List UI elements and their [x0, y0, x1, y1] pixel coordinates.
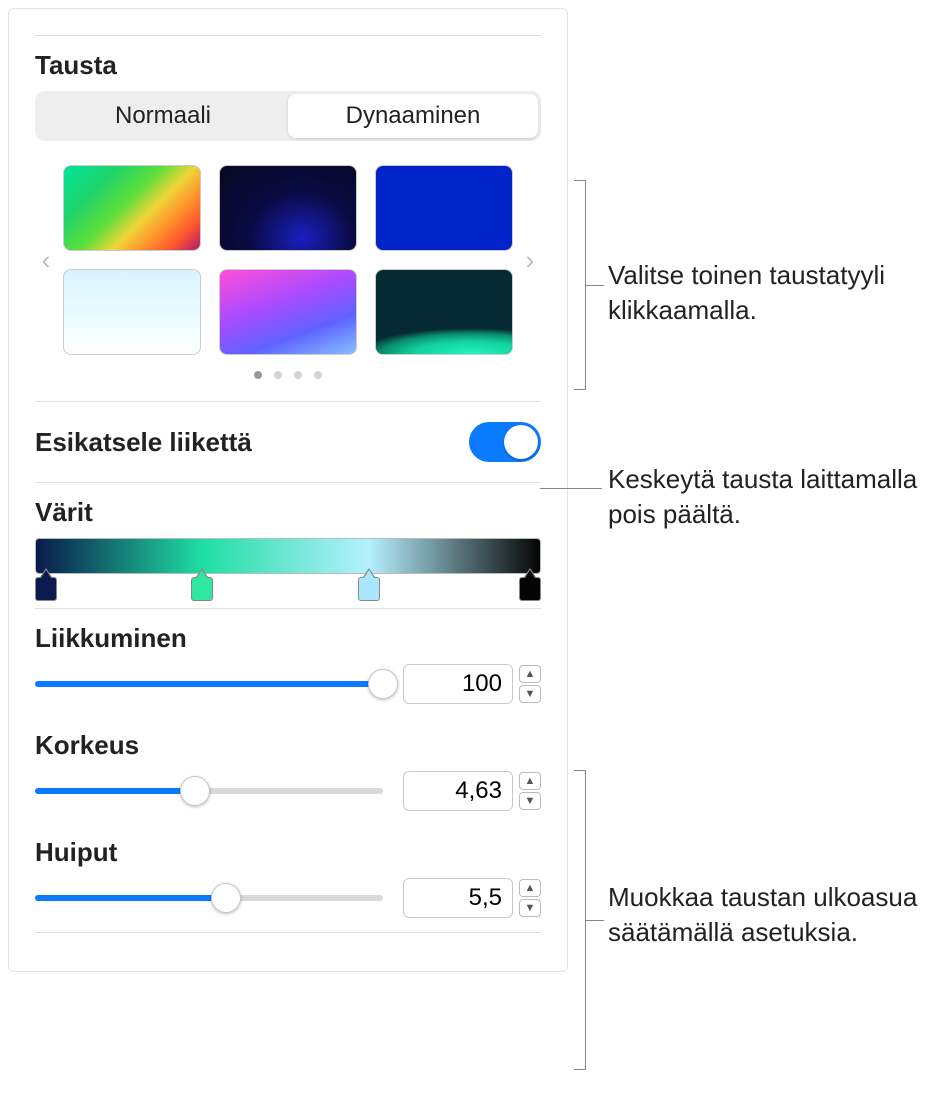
- callout-toggle: Keskeytä tausta laittamalla pois päältä.: [608, 462, 928, 532]
- segment-dynamic[interactable]: Dynaaminen: [288, 94, 538, 138]
- preview-motion-row: Esikatsele liikettä: [35, 416, 541, 468]
- peaks-input[interactable]: [403, 878, 513, 918]
- stepper-up[interactable]: ▲: [519, 665, 541, 683]
- gradient-stop[interactable]: [35, 577, 57, 601]
- inspector-panel: Tausta Normaali Dynaaminen ‹ › Esikatsel…: [8, 8, 568, 972]
- background-thumb[interactable]: [219, 269, 357, 355]
- chevron-up-icon: ▲: [525, 882, 536, 894]
- gradient-stop[interactable]: [191, 577, 213, 601]
- background-thumb[interactable]: [219, 165, 357, 251]
- divider: [35, 401, 541, 402]
- callout-lead: [586, 285, 604, 286]
- gallery-prev[interactable]: ‹: [35, 245, 57, 276]
- stepper-down[interactable]: ▼: [519, 685, 541, 703]
- movement-slider[interactable]: [35, 669, 383, 699]
- background-thumb[interactable]: [375, 269, 513, 355]
- background-gallery: ‹ ›: [35, 165, 541, 355]
- chevron-right-icon: ›: [526, 245, 535, 276]
- peaks-slider[interactable]: [35, 883, 383, 913]
- divider: [35, 608, 541, 609]
- background-mode-segmented: Normaali Dynaaminen: [35, 91, 541, 141]
- chevron-down-icon: ▼: [525, 902, 536, 914]
- chevron-left-icon: ‹: [42, 245, 51, 276]
- preview-motion-label: Esikatsele liikettä: [35, 427, 252, 458]
- callout-bracket: [574, 770, 586, 1070]
- gradient-bar[interactable]: [35, 538, 541, 574]
- gallery-next[interactable]: ›: [519, 245, 541, 276]
- divider: [35, 932, 541, 933]
- movement-input[interactable]: [403, 664, 513, 704]
- movement-label: Liikkuminen: [35, 623, 541, 654]
- movement-stepper: ▲ ▼: [403, 664, 541, 704]
- background-thumb[interactable]: [63, 165, 201, 251]
- page-dot[interactable]: [294, 371, 302, 379]
- gradient-stop[interactable]: [358, 577, 380, 601]
- chevron-down-icon: ▼: [525, 795, 536, 807]
- divider: [35, 35, 541, 36]
- callout-bracket: [574, 180, 586, 390]
- height-row: ▲ ▼: [35, 771, 541, 811]
- page-dot[interactable]: [254, 371, 262, 379]
- background-thumb[interactable]: [375, 165, 513, 251]
- page-dot[interactable]: [314, 371, 322, 379]
- stepper-down[interactable]: ▼: [519, 792, 541, 810]
- callout-gallery: Valitse toinen taustatyyli klikkaamalla.: [608, 258, 928, 328]
- chevron-up-icon: ▲: [525, 668, 536, 680]
- segment-normal[interactable]: Normaali: [38, 94, 288, 138]
- stepper-down[interactable]: ▼: [519, 899, 541, 917]
- chevron-up-icon: ▲: [525, 775, 536, 787]
- page-dot[interactable]: [274, 371, 282, 379]
- stepper-up[interactable]: ▲: [519, 772, 541, 790]
- section-title: Tausta: [35, 50, 541, 81]
- stepper-up[interactable]: ▲: [519, 879, 541, 897]
- peaks-row: ▲ ▼: [35, 878, 541, 918]
- height-label: Korkeus: [35, 730, 541, 761]
- divider: [35, 482, 541, 483]
- colors-label: Värit: [35, 497, 541, 528]
- callout-lead: [586, 920, 604, 921]
- peaks-stepper: ▲ ▼: [403, 878, 541, 918]
- preview-motion-toggle[interactable]: [469, 422, 541, 462]
- gallery-grid: [63, 165, 513, 355]
- gradient-stop[interactable]: [519, 577, 541, 601]
- callout-lead: [540, 488, 602, 489]
- toggle-knob: [504, 425, 538, 459]
- height-input[interactable]: [403, 771, 513, 811]
- height-stepper: ▲ ▼: [403, 771, 541, 811]
- chevron-down-icon: ▼: [525, 688, 536, 700]
- peaks-label: Huiput: [35, 837, 541, 868]
- height-slider[interactable]: [35, 776, 383, 806]
- background-thumb[interactable]: [63, 269, 201, 355]
- movement-row: ▲ ▼: [35, 664, 541, 704]
- gallery-page-dots: [35, 371, 541, 379]
- callout-sliders: Muokkaa taustan ulkoasua säätämällä aset…: [608, 880, 928, 950]
